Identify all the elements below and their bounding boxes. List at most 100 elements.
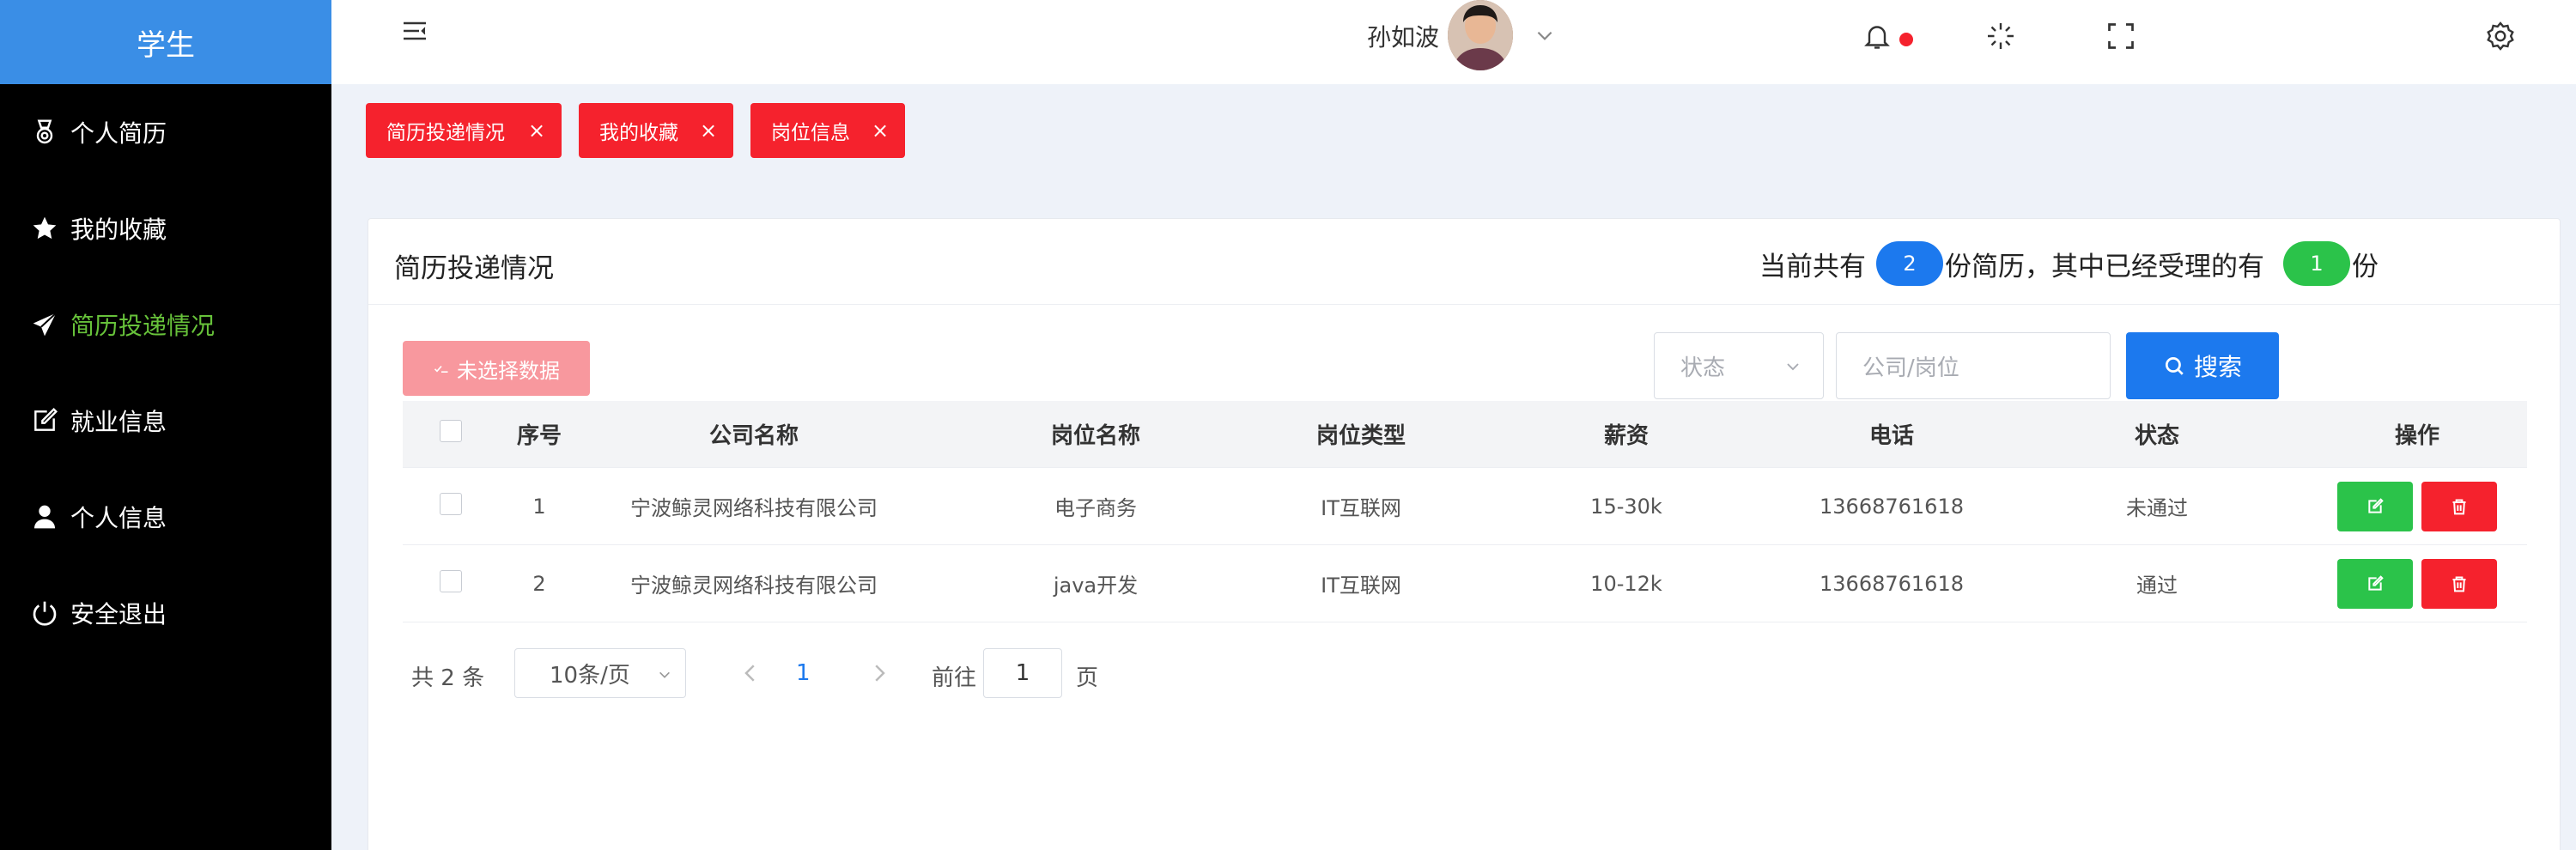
top-header: 孙如波 [331,0,2576,84]
goto-page-input[interactable]: 1 [983,648,1062,698]
user-icon [34,505,55,529]
col-salary: 薪资 [1603,423,1649,449]
col-type: 岗位类型 [1315,423,1406,449]
sidebar-item-profile[interactable]: 个人信息 [0,469,331,565]
select-all-checkbox[interactable] [440,420,462,442]
page-number[interactable]: 1 [796,660,811,686]
star-icon [33,216,57,240]
cell-actions [2324,481,2510,531]
summary: 当前共有 2 份简历，其中已经受理的有 1 份 [1759,241,2379,286]
menu-fold-icon[interactable] [402,21,428,41]
cell-salary: 10-12k [1590,571,1662,596]
cell-salary: 15-30k [1590,494,1662,519]
delete-button[interactable] [2421,481,2497,531]
page-unit: 页 [1076,665,1099,691]
tag-label: 我的收藏 [599,122,678,144]
sidebar-item-resume[interactable]: 个人简历 [0,84,331,180]
search-button[interactable]: 搜索 [2126,332,2279,399]
avatar-image [1448,0,1513,70]
search-icon [2165,356,2184,375]
sidebar-item-label: 安全退出 [70,600,167,628]
chevron-down-icon [659,671,670,678]
table-header: 序号 公司名称 岗位名称 岗位类型 薪资 电话 状态 操作 [403,401,2527,468]
table-row: 1 宁波鲸灵网络科技有限公司 电子商务 IT互联网 15-30k 1366876… [403,468,2527,545]
brand-title: 学生 [0,0,331,84]
tag-label: 简历投递情况 [386,122,505,144]
total-count-badge: 2 [1876,241,1943,286]
card-title: 简历投递情况 [394,253,554,284]
sidebar-item-label: 个人简历 [70,119,167,148]
sidebar-item-favorites[interactable]: 我的收藏 [0,180,331,276]
edit-button[interactable] [2337,558,2414,609]
goto-label: 前往 [932,665,977,691]
notification-dot [1899,33,1913,46]
settings-icon[interactable] [2485,21,2516,52]
search-input[interactable]: 公司/岗位 [1836,332,2111,399]
username[interactable]: 孙如波 [1367,19,1439,53]
cell-index: 1 [532,494,546,519]
prev-page-icon[interactable] [738,660,763,686]
col-company: 公司名称 [708,423,799,449]
col-actions: 操作 [2394,423,2439,449]
edit-button[interactable] [2337,481,2414,531]
page-size-select[interactable]: 10条/页 [514,648,686,698]
sidebar: 学生 个人简历 我的收藏 简历投递情况 就业信息 个人信息 安全退出 [0,0,331,850]
status-select[interactable]: 状态 [1654,332,1824,399]
summary-prefix: 当前共有 [1759,251,1866,282]
summary-middle: 份简历，其中已经受理的有 [1945,251,2264,282]
sidebar-item-logout[interactable]: 安全退出 [0,565,331,661]
close-icon[interactable]: × [699,118,718,143]
trash-icon [2452,576,2466,592]
col-position: 岗位名称 [1050,423,1140,449]
avatar[interactable] [1448,0,1513,70]
search-placeholder: 公司/岗位 [1862,355,1959,381]
cell-phone: 13668761618 [1820,494,1964,519]
tag-jobs[interactable]: 岗位信息 × [750,103,905,158]
pagination-total: 共 2 条 [411,665,485,691]
selection-label: 未选择数据 [457,358,560,383]
tag-label: 岗位信息 [771,122,850,144]
sidebar-item-label: 个人信息 [70,504,167,532]
tag-applications[interactable]: 简历投递情况 × [366,103,562,158]
page-size-label: 10条/页 [550,662,630,689]
sidebar-item-label: 简历投递情况 [70,312,216,340]
cell-actions [2324,558,2510,609]
tag-favorites[interactable]: 我的收藏 × [579,103,733,158]
sidebar-item-jobs[interactable]: 就业信息 [0,373,331,469]
sidebar-item-applications[interactable]: 简历投递情况 [0,276,331,373]
edit-icon [2368,497,2384,513]
close-icon[interactable]: × [871,118,890,143]
row-checkbox[interactable] [440,492,462,515]
sidebar-item-label: 我的收藏 [70,216,167,244]
power-icon [33,601,57,626]
cell-index: 2 [532,571,546,596]
cell-type: IT互联网 [1321,574,1401,598]
accepted-count-badge: 1 [2283,241,2350,286]
selection-button[interactable]: 未选择数据 [403,341,590,396]
status-placeholder: 状态 [1680,355,1726,381]
cell-status: 未通过 [2126,496,2188,520]
chevron-down-icon[interactable] [1534,24,1556,46]
send-icon [33,312,58,337]
close-icon[interactable]: × [527,118,546,143]
next-page-icon[interactable] [866,660,892,686]
bell-icon[interactable] [1862,21,1893,52]
col-index: 序号 [516,423,562,449]
search-label: 搜索 [2193,353,2242,381]
loading-icon[interactable] [1985,21,2016,52]
row-checkbox[interactable] [440,569,462,592]
delete-button[interactable] [2421,558,2497,609]
cell-type: IT互联网 [1321,496,1401,520]
cell-position: 电子商务 [1054,496,1137,520]
check-list-icon [434,365,448,373]
card-header: 简历投递情况 当前共有 2 份简历，其中已经受理的有 1 份 [368,219,2560,305]
sidebar-item-label: 就业信息 [70,408,167,436]
cell-company: 宁波鲸灵网络科技有限公司 [630,574,878,598]
cell-position: java开发 [1053,574,1139,598]
main-card: 简历投递情况 当前共有 2 份简历，其中已经受理的有 1 份 未选择数据 状态 … [368,218,2561,850]
trash-icon [2452,499,2466,514]
fullscreen-icon[interactable] [2105,21,2136,52]
applications-table: 序号 公司名称 岗位名称 岗位类型 薪资 电话 状态 操作 1 宁波鲸灵网络科技… [403,401,2527,622]
cell-status: 通过 [2136,574,2178,598]
chevron-down-icon [1787,363,1799,371]
